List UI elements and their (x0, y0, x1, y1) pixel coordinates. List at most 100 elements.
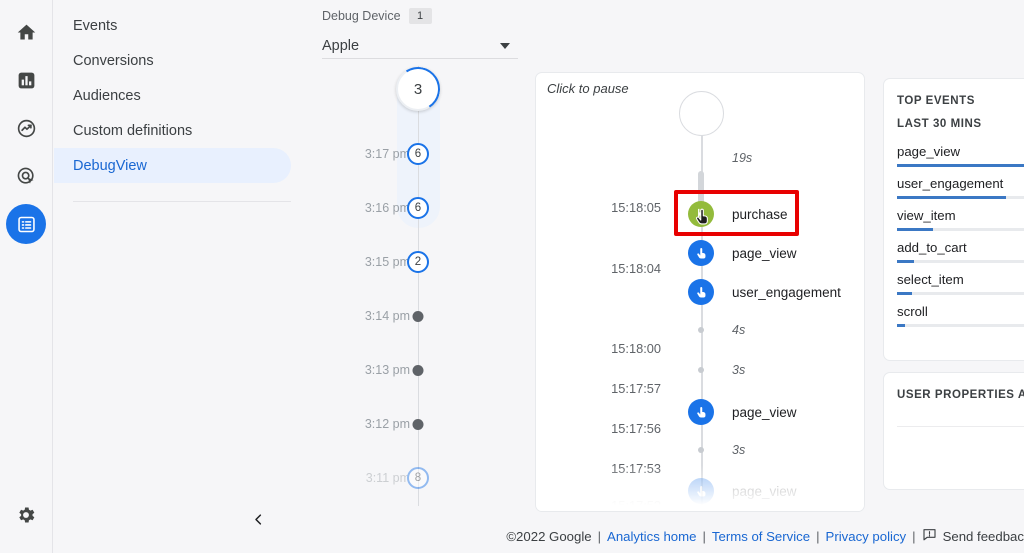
secondary-nav: Events Conversions Audiences Custom defi… (54, 0, 319, 553)
touch-pointer-icon (688, 240, 714, 266)
debug-device-label-row: Debug Device 1 (322, 8, 518, 24)
minute-row-315pm[interactable]: 3:15 pm 2 (322, 247, 518, 277)
footer-separator: | (816, 528, 820, 544)
sidebar-item-audiences[interactable]: Audiences (54, 78, 291, 113)
stream-gap-dot (698, 327, 704, 333)
minute-row-316pm[interactable]: 3:16 pm 6 (322, 193, 518, 223)
debug-device-selector: Debug Device 1 Apple (322, 8, 518, 59)
list-item[interactable]: view_item (897, 208, 1024, 240)
minute-row-dot (412, 364, 424, 376)
top-event-label: select_item (897, 272, 964, 287)
sidebar-item-label: Conversions (73, 52, 154, 69)
rail-item-home[interactable] (6, 12, 46, 52)
rail-item-reports[interactable] (6, 60, 46, 100)
event-timestamp: 15:18:04 (611, 261, 661, 276)
touch-pointer-icon (688, 279, 714, 305)
top-event-track (897, 228, 1024, 231)
minute-row-dot (412, 418, 424, 430)
minute-row-time: 3:16 pm (364, 201, 410, 215)
footer-separator: | (597, 528, 602, 544)
minute-row-317pm[interactable]: 3:17 pm 6 (322, 139, 518, 169)
event-row-page-view-1[interactable]: page_view (688, 240, 797, 266)
minute-row-313pm[interactable]: 3:13 pm (322, 355, 518, 385)
list-item[interactable]: user_engagement (897, 176, 1024, 208)
icon-rail (0, 0, 53, 553)
event-name: page_view (732, 404, 797, 420)
debug-device-value: Apple (322, 37, 360, 54)
event-row-user-engagement[interactable]: user_engagement (688, 279, 841, 305)
event-timestamp: 15:18:05 (611, 200, 661, 215)
minute-row-count: 6 (407, 143, 429, 165)
top-event-track (897, 164, 1024, 167)
minute-row-time: 3:14 pm (364, 309, 410, 323)
top-event-bar (897, 260, 914, 263)
top-event-label: page_view (897, 144, 961, 159)
top-event-bar (897, 164, 1024, 167)
send-feedback-label: Send feedbac (942, 528, 1024, 544)
top-events-card: TOP EVENTS LAST 30 MINS page_view user_e… (883, 78, 1024, 361)
minute-row-time: 3:11 pm (365, 471, 410, 485)
minute-row-314pm[interactable]: 3:14 pm (322, 301, 518, 331)
minute-timeline-track (418, 66, 419, 506)
home-icon (16, 22, 37, 43)
analytics-home-link[interactable]: Analytics home (607, 529, 696, 544)
minute-row-time: 3:12 pm (364, 417, 410, 431)
stream-gap-label: 3s (732, 443, 746, 457)
top-event-bar (897, 292, 913, 295)
minute-row-count: 3 (396, 67, 440, 111)
sidebar-item-label: Custom definitions (73, 122, 193, 139)
touch-pointer-icon (688, 478, 714, 504)
footer-separator: | (912, 528, 916, 544)
stream-live-circle (678, 91, 724, 136)
copyright-text: ©2022 Google (506, 528, 592, 544)
stream-gap-label: 19s (732, 151, 753, 165)
stream-gap-label: 3s (732, 363, 746, 377)
debug-device-label: Debug Device (322, 9, 401, 23)
user-properties-title: USER PROPERTIES ACTI (897, 389, 1024, 401)
minute-row-311pm[interactable]: 3:11 pm 8 (322, 463, 518, 493)
sidebar-item-conversions[interactable]: Conversions (54, 43, 291, 78)
list-item[interactable]: scroll (897, 304, 1024, 336)
minute-row-time: 3:15 pm (364, 255, 410, 269)
top-event-label: scroll (897, 304, 928, 319)
user-properties-divider (897, 426, 1024, 427)
sidebar-item-custom-definitions[interactable]: Custom definitions (54, 113, 291, 148)
caret-down-icon (500, 42, 510, 49)
event-timestamp: 15:17:57 (611, 381, 661, 396)
minute-row-count: 8 (407, 467, 429, 489)
event-stream-panel[interactable]: Click to pause 19s 4s 3s 3s 15:18:05 15:… (535, 72, 865, 512)
send-feedback-button[interactable]: Send feedbac (922, 527, 1024, 545)
minute-row-dot (412, 310, 424, 322)
nav-divider (73, 201, 291, 202)
sidebar-item-label: Events (73, 17, 118, 34)
minute-row-312pm[interactable]: 3:12 pm (322, 409, 518, 439)
rail-item-configure[interactable] (6, 204, 46, 244)
rail-item-advertising[interactable] (6, 156, 46, 196)
event-name: page_view (732, 245, 797, 261)
list-item[interactable]: select_item (897, 272, 1024, 304)
list-item[interactable]: add_to_cart (897, 240, 1024, 272)
top-event-bar (897, 324, 906, 327)
rail-item-explore[interactable] (6, 108, 46, 148)
minute-row-current[interactable]: 3 (322, 67, 518, 111)
sidebar-item-debugview[interactable]: DebugView (54, 148, 291, 183)
feedback-icon (922, 527, 937, 545)
top-events-title: TOP EVENTS (897, 95, 975, 107)
event-row-page-view-3[interactable]: page_view (688, 478, 797, 504)
list-item[interactable]: page_view (897, 144, 1024, 176)
event-timestamp: 15:18:00 (611, 341, 661, 356)
privacy-policy-link[interactable]: Privacy policy (826, 529, 907, 544)
event-row-page-view-2[interactable]: page_view (688, 399, 797, 425)
debug-device-select[interactable]: Apple (322, 33, 518, 59)
minute-row-count: 6 (407, 197, 429, 219)
sidebar-item-events[interactable]: Events (54, 8, 291, 43)
minute-row-time: 3:13 pm (364, 363, 410, 377)
event-timestamp: 15:17:52 (611, 498, 661, 512)
minute-timeline: 3 3:17 pm 6 3:16 pm 6 3:15 pm 2 3:14 pm … (322, 66, 518, 506)
event-name: page_view (732, 483, 797, 499)
terms-of-service-link[interactable]: Terms of Service (712, 529, 810, 544)
stream-gap-dot (698, 447, 704, 453)
event-timestamp: 15:17:53 (611, 461, 661, 476)
top-event-track (897, 260, 1024, 263)
top-event-bar (897, 228, 934, 231)
